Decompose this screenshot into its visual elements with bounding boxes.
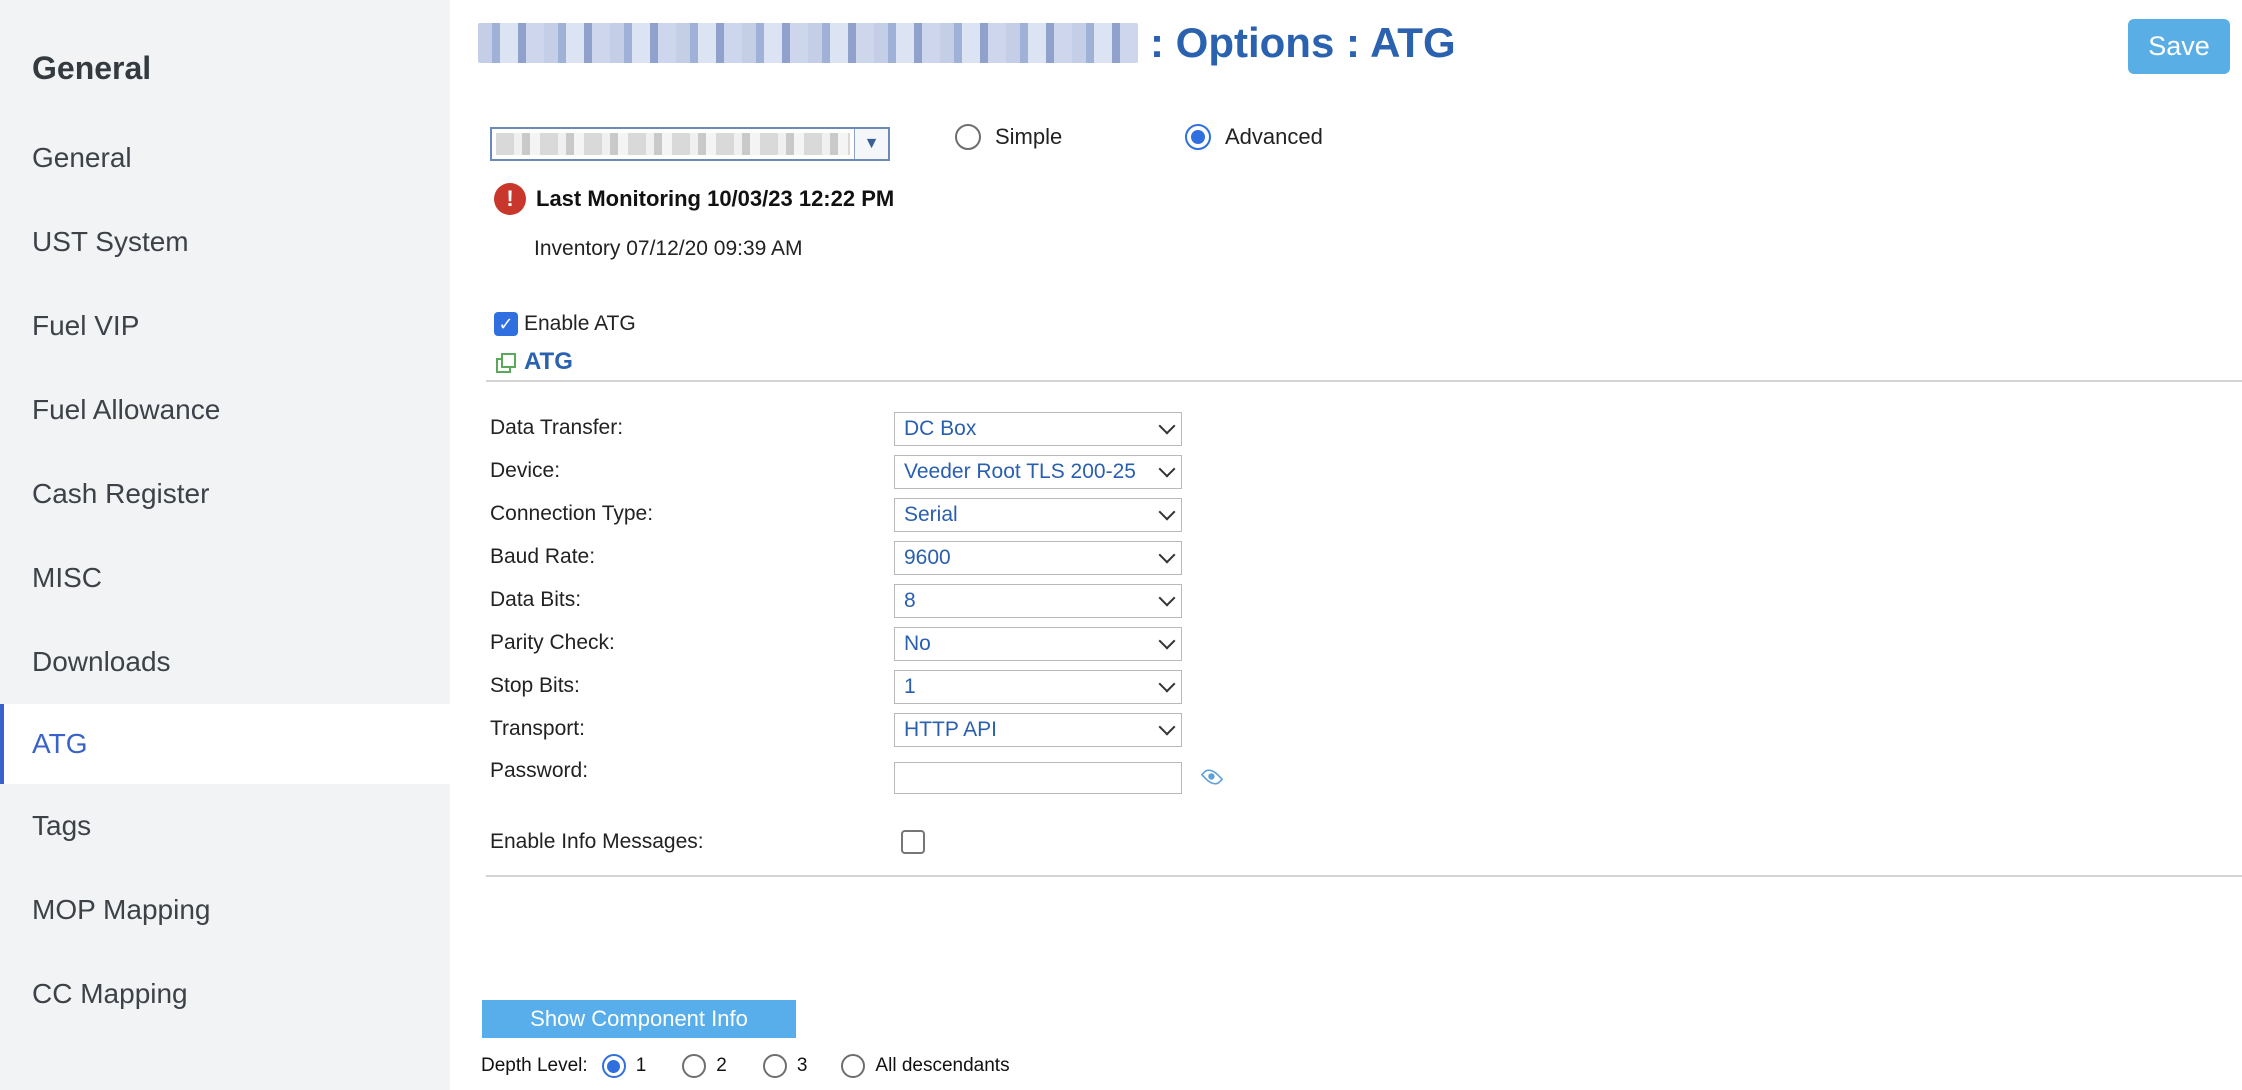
depth-label-3: 3 xyxy=(796,1055,808,1076)
sidebar-item-mop-mapping[interactable]: MOP Mapping xyxy=(0,870,450,950)
site-select[interactable]: ▼ xyxy=(490,127,890,161)
save-button[interactable]: Save xyxy=(2128,19,2230,74)
sidebar-item-tags[interactable]: Tags xyxy=(0,786,450,866)
data-bits-value: 8 xyxy=(904,589,916,612)
mode-simple-radio[interactable] xyxy=(955,124,981,150)
connection-type-row: Connection Type: Serial xyxy=(490,498,1250,532)
data-bits-row: Data Bits: 8 xyxy=(490,584,1250,618)
chevron-down-icon xyxy=(1158,546,1176,564)
mode-advanced-radio[interactable] xyxy=(1185,124,1211,150)
connection-type-label: Connection Type: xyxy=(490,502,654,525)
device-value: Veeder Root TLS 200-25 xyxy=(904,460,1136,483)
depth-level-label: Depth Level: xyxy=(481,1055,588,1076)
enable-atg-label: Enable ATG xyxy=(524,312,636,335)
enable-atg[interactable]: Enable ATG xyxy=(494,312,636,336)
sidebar-heading: General xyxy=(32,50,152,86)
section-divider-top xyxy=(486,380,2242,382)
connection-type-select[interactable]: Serial xyxy=(894,498,1182,532)
page-title: : Options : ATG xyxy=(478,18,1456,68)
device-select[interactable]: Veeder Root TLS 200-25 xyxy=(894,455,1182,489)
connection-type-value: Serial xyxy=(904,503,958,526)
stop-bits-value: 1 xyxy=(904,675,916,698)
sidebar-item-downloads[interactable]: Downloads xyxy=(0,622,450,702)
redacted-site-name xyxy=(478,23,1138,63)
device-row: Device: Veeder Root TLS 200-25 xyxy=(490,455,1250,489)
last-monitoring-status: ! Last Monitoring 10/03/23 12:22 PM xyxy=(494,183,894,215)
chevron-down-icon xyxy=(1158,589,1176,607)
chevron-down-icon xyxy=(1158,675,1176,693)
transport-row: Transport: HTTP API xyxy=(490,713,1250,747)
mode-simple[interactable]: Simple xyxy=(955,124,1062,150)
sidebar: General General UST System Fuel VIP Fuel… xyxy=(0,0,450,1090)
baud-rate-row: Baud Rate: 9600 xyxy=(490,541,1250,575)
password-input[interactable] xyxy=(894,762,1182,794)
transport-select[interactable]: HTTP API xyxy=(894,713,1182,747)
depth-label-2: 2 xyxy=(716,1055,727,1076)
enable-info-row: Enable Info Messages: xyxy=(490,826,1250,860)
depth-label-all: All descendants xyxy=(875,1055,1010,1076)
baud-rate-value: 9600 xyxy=(904,546,951,569)
baud-rate-select[interactable]: 9600 xyxy=(894,541,1182,575)
chevron-down-icon[interactable]: ▼ xyxy=(854,129,888,159)
depth-label-1: 1 xyxy=(635,1055,647,1076)
password-label: Password: xyxy=(490,759,589,782)
stop-bits-label: Stop Bits: xyxy=(490,674,580,697)
sidebar-item-fuel-vip[interactable]: Fuel VIP xyxy=(0,286,450,366)
depth-radio-all[interactable] xyxy=(841,1054,866,1078)
chevron-down-icon xyxy=(1158,460,1176,478)
password-row: Password: xyxy=(490,759,1250,796)
atg-section-title: ATG xyxy=(524,348,573,375)
parity-check-select[interactable]: No xyxy=(894,627,1182,661)
sidebar-item-atg[interactable]: ATG xyxy=(0,704,450,784)
sidebar-item-misc[interactable]: MISC xyxy=(0,538,450,618)
page-title-text: : Options : ATG xyxy=(1150,19,1456,66)
enable-atg-checkbox[interactable] xyxy=(494,312,518,336)
data-transfer-row: Data Transfer: DC Box xyxy=(490,412,1250,446)
depth-level-row: Depth Level: 1 2 3 All descendants xyxy=(481,1054,1010,1078)
atg-section-header[interactable]: ATG xyxy=(496,348,573,376)
parity-check-label: Parity Check: xyxy=(490,631,615,654)
device-label: Device: xyxy=(490,459,561,482)
data-transfer-value: DC Box xyxy=(904,417,977,440)
mode-advanced-label: Advanced xyxy=(1225,124,1323,149)
last-monitoring-text: Last Monitoring 10/03/23 12:22 PM xyxy=(536,186,895,211)
sidebar-item-general[interactable]: General xyxy=(0,118,450,198)
error-icon: ! xyxy=(494,183,526,215)
sidebar-item-fuel-allowance[interactable]: Fuel Allowance xyxy=(0,370,450,450)
sidebar-item-ust-system[interactable]: UST System xyxy=(0,202,450,282)
chevron-down-icon xyxy=(1158,718,1176,736)
section-divider-bottom xyxy=(486,875,2242,877)
mode-advanced[interactable]: Advanced xyxy=(1185,124,1323,150)
chevron-down-icon xyxy=(1158,503,1176,521)
depth-radio-1[interactable] xyxy=(601,1054,626,1078)
parity-check-row: Parity Check: No xyxy=(490,627,1250,661)
transport-label: Transport: xyxy=(490,717,585,740)
data-transfer-label: Data Transfer: xyxy=(490,416,624,439)
show-component-info-button[interactable]: Show Component Info xyxy=(482,1000,796,1038)
sidebar-item-cash-register[interactable]: Cash Register xyxy=(0,454,450,534)
chevron-down-icon xyxy=(1158,632,1176,650)
depth-radio-2[interactable] xyxy=(682,1054,707,1078)
sidebar-item-cc-mapping[interactable]: CC Mapping xyxy=(0,954,450,1034)
transport-value: HTTP API xyxy=(904,718,997,741)
data-bits-select[interactable]: 8 xyxy=(894,584,1182,618)
stop-bits-select[interactable]: 1 xyxy=(894,670,1182,704)
enable-info-checkbox[interactable] xyxy=(901,830,925,854)
depth-radio-3[interactable] xyxy=(762,1054,787,1078)
baud-rate-label: Baud Rate: xyxy=(490,545,596,568)
stop-bits-row: Stop Bits: 1 xyxy=(490,670,1250,704)
parity-check-value: No xyxy=(904,632,931,655)
data-transfer-select[interactable]: DC Box xyxy=(894,412,1182,446)
copy-icon xyxy=(496,353,516,373)
chevron-down-icon xyxy=(1158,417,1176,435)
redacted-site-value xyxy=(496,133,850,155)
eye-icon[interactable] xyxy=(1200,765,1224,789)
enable-info-label: Enable Info Messages: xyxy=(490,830,704,853)
mode-simple-label: Simple xyxy=(995,124,1063,149)
inventory-status: Inventory 07/12/20 09:39 AM xyxy=(534,237,803,260)
data-bits-label: Data Bits: xyxy=(490,588,582,611)
